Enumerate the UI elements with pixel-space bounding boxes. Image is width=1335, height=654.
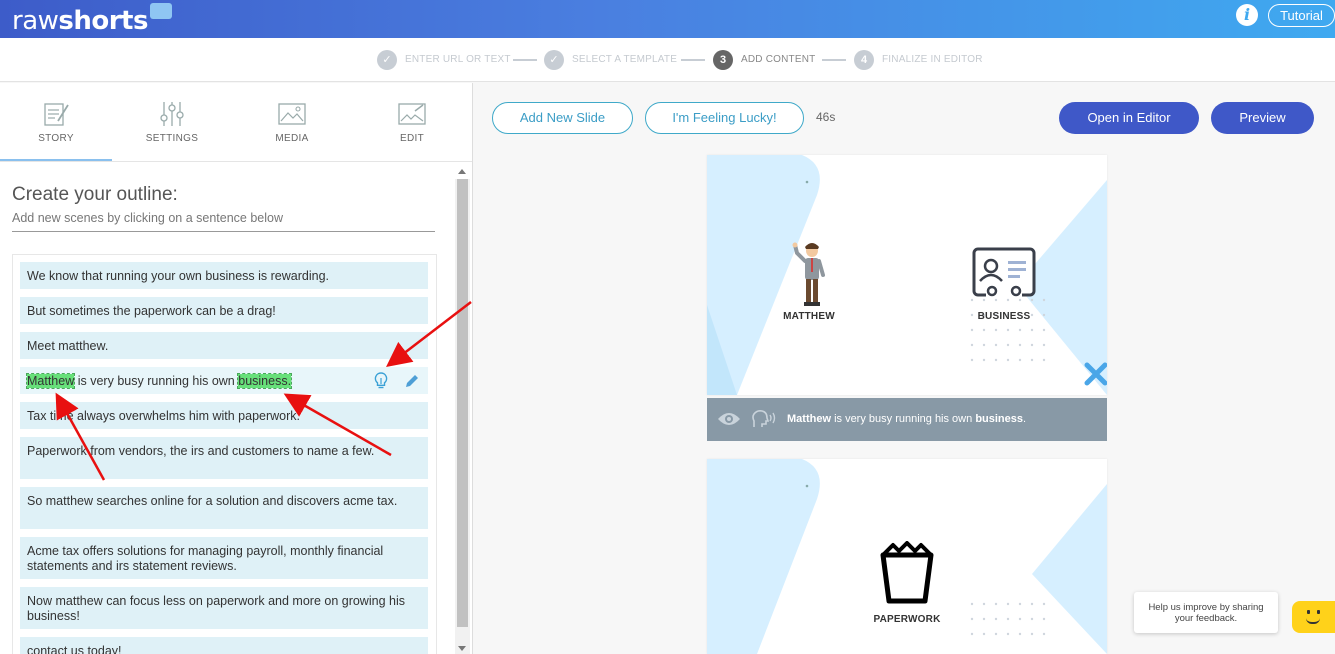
- tutorial-button[interactable]: Tutorial: [1268, 4, 1335, 27]
- tab-label: SETTINGS: [145, 133, 199, 144]
- sliders-icon: [160, 102, 184, 126]
- duration-label: 46s: [816, 110, 836, 124]
- image-icon: [278, 103, 306, 125]
- voiceover-icon[interactable]: [751, 409, 779, 429]
- keyword-highlight[interactable]: business.: [237, 373, 293, 389]
- sentence-item-selected[interactable]: Matthew is very busy running his own bus…: [20, 367, 428, 394]
- sentence-list: We know that running your own business i…: [12, 254, 437, 654]
- scroll-thumb[interactable]: [457, 179, 468, 627]
- step-divider: [681, 59, 705, 61]
- sentence-item[interactable]: We know that running your own business i…: [20, 262, 428, 289]
- open-in-editor-button[interactable]: Open in Editor: [1059, 102, 1199, 134]
- left-panel: STORY SETTINGS MEDIA EDIT Create your ou…: [0, 83, 473, 654]
- sentence-item[interactable]: But sometimes the paperwork can be a dra…: [20, 297, 428, 324]
- feeling-lucky-button[interactable]: I'm Feeling Lucky!: [645, 102, 804, 134]
- sentence-item[interactable]: contact us today!: [20, 637, 428, 654]
- outline-title: Create your outline:: [12, 184, 178, 205]
- tabs-divider: [0, 161, 472, 162]
- step-label: SELECT A TEMPLATE: [572, 54, 678, 65]
- step-divider: [822, 59, 846, 61]
- logo-badge-icon: [149, 3, 172, 19]
- info-icon[interactable]: i: [1236, 4, 1258, 26]
- step-number: 3: [713, 50, 733, 70]
- slide-preview[interactable]: PAPERWORK: [707, 459, 1107, 654]
- slide-preview[interactable]: MATTHEW BUSINESS: [707, 155, 1107, 395]
- tab-edit[interactable]: EDIT: [356, 83, 468, 161]
- sentence-item[interactable]: Acme tax offers solutions for managing p…: [20, 537, 428, 579]
- sentence-item[interactable]: Tax time always overwhelms him with pape…: [20, 402, 428, 429]
- tab-label: EDIT: [400, 133, 424, 144]
- scroll-down-arrow-icon[interactable]: [458, 646, 466, 651]
- tab-story[interactable]: STORY: [0, 83, 112, 161]
- person-illustration-icon: [792, 242, 825, 306]
- slide-label: MATTHEW: [783, 311, 835, 322]
- eye-icon[interactable]: [717, 411, 741, 427]
- sentence-item[interactable]: Paperwork from vendors, the irs and cust…: [20, 437, 428, 479]
- progress-steps: ✓ ENTER URL OR TEXT ✓ SELECT A TEMPLATE …: [0, 38, 1335, 82]
- sentence-text: is very busy running his own: [77, 374, 235, 388]
- story-icon: [44, 103, 69, 126]
- tab-media[interactable]: MEDIA: [236, 83, 348, 161]
- sentence-item[interactable]: So matthew searches online for a solutio…: [20, 487, 428, 529]
- slide-background: [707, 155, 1107, 395]
- tab-label: STORY: [38, 133, 74, 144]
- step-number: 4: [854, 50, 874, 70]
- paper-bin-icon: [880, 541, 934, 604]
- check-icon: ✓: [377, 50, 397, 70]
- outline-divider: [12, 231, 435, 232]
- step-label: ADD CONTENT: [741, 54, 816, 65]
- slide-label: PAPERWORK: [873, 614, 941, 625]
- sentence-item[interactable]: Now matthew can focus less on paperwork …: [20, 587, 428, 629]
- scrollbar[interactable]: [455, 169, 470, 654]
- feedback-tooltip[interactable]: Help us improve by sharing your feedback…: [1134, 592, 1278, 633]
- check-icon: ✓: [544, 50, 564, 70]
- lightbulb-icon[interactable]: [374, 372, 388, 390]
- step-divider: [513, 59, 537, 61]
- top-header: rawshorts i Tutorial: [0, 0, 1335, 38]
- slide-caption-bar[interactable]: Matthew is very busy running his own bus…: [707, 398, 1107, 441]
- tab-settings[interactable]: SETTINGS: [116, 83, 228, 161]
- feedback-text: Help us improve by sharing: [1148, 602, 1264, 613]
- feedback-text: your feedback.: [1174, 613, 1238, 624]
- keyword-highlight[interactable]: Matthew: [25, 373, 76, 389]
- pencil-icon[interactable]: [404, 373, 420, 389]
- id-card-icon: [972, 247, 1036, 297]
- slide-caption: Matthew is very busy running his own bus…: [787, 413, 1027, 425]
- step-label: ENTER URL OR TEXT: [405, 54, 511, 65]
- sentence-item[interactable]: Meet matthew.: [20, 332, 428, 359]
- feedback-smiley-icon[interactable]: [1292, 601, 1335, 633]
- outline-subtitle: Add new scenes by clicking on a sentence…: [12, 211, 283, 225]
- rawshorts-logo[interactable]: rawshorts: [12, 3, 172, 36]
- edit-image-icon: [398, 103, 426, 125]
- tab-label: MEDIA: [275, 133, 309, 144]
- slide-label: BUSINESS: [977, 311, 1031, 322]
- preview-button[interactable]: Preview: [1211, 102, 1314, 134]
- scroll-up-arrow-icon[interactable]: [458, 169, 466, 174]
- step-label: FINALIZE IN EDITOR: [882, 54, 983, 65]
- add-new-slide-button[interactable]: Add New Slide: [492, 102, 633, 134]
